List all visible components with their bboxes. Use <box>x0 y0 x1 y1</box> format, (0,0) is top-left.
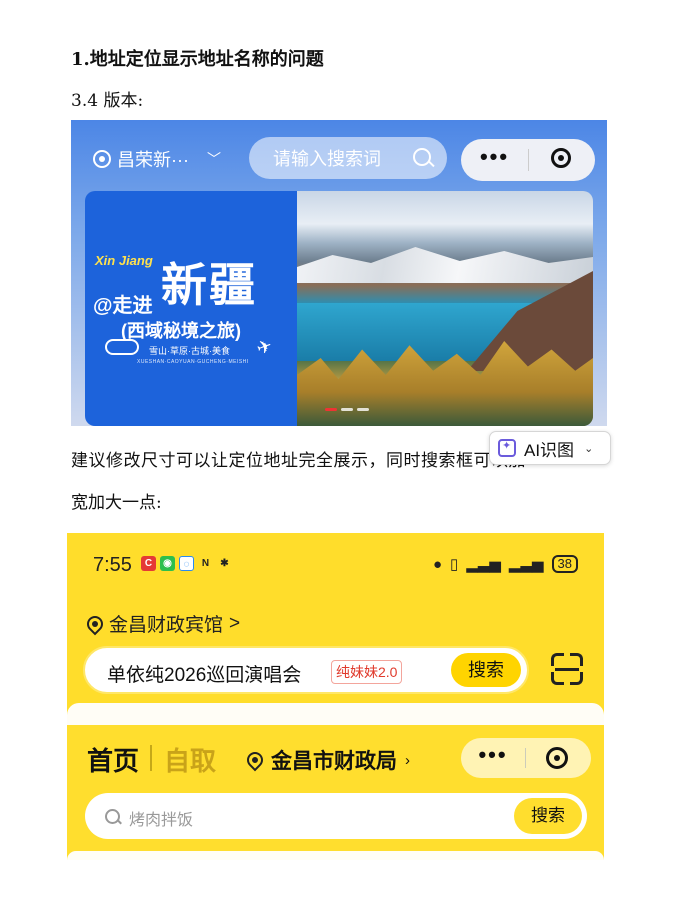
suggestion-text-line2: 宽加大一点: <box>71 493 162 513</box>
banner-tags-pinyin: XUESHAN·CAOYUAN·GUCHENG·MEISHI <box>137 359 249 365</box>
search-placeholder: 请输入搜索词 <box>273 149 381 169</box>
search-button[interactable]: 搜索 <box>451 653 521 687</box>
top-bar: 昌荣新··· ﹀ 请输入搜索词 ••• <box>71 120 607 192</box>
search-keyword: 单依纯2026巡回演唱会 <box>107 665 302 686</box>
mini-program-capsule: ••• <box>461 139 595 181</box>
status-bar: 7:55 C ◉ ◌ N ✱ ● ▯ ▂▃▅ ▂▃▅ 38 <box>67 533 604 593</box>
location-selector[interactable]: 昌荣新··· ﹀ <box>93 146 221 172</box>
more-button[interactable]: ••• <box>461 738 525 778</box>
content-area-edge <box>67 703 604 725</box>
close-button[interactable] <box>526 738 591 778</box>
location-pin-icon <box>243 748 267 772</box>
search-placeholder: 烤肉拌饭 <box>129 812 194 829</box>
carousel-dot <box>341 408 353 411</box>
mini-program-capsule: ••• <box>461 738 591 778</box>
section-heading: 1.地址定位显示地址名称的问题 <box>71 49 324 70</box>
search-icon <box>105 809 120 824</box>
nfc-icon: N <box>201 558 210 569</box>
location-name: 昌荣新··· <box>117 150 189 170</box>
banner-title: 新疆 <box>161 259 257 311</box>
location-pin-icon <box>83 612 107 635</box>
chat-icon: ◌ <box>179 556 194 571</box>
tab-divider <box>150 745 152 771</box>
location-name: 金昌市财政局 <box>271 750 397 773</box>
status-right-icons: ● ▯ ▂▃▅ ▂▃▅ 38 <box>433 555 578 573</box>
screenshot-competitor-2: 首页 自取 金昌市财政局 › ••• 烤肉拌饭 搜索 <box>67 725 604 860</box>
bluetooth-icon: ✱ <box>220 558 229 569</box>
search-input[interactable]: 请输入搜索词 <box>249 137 447 179</box>
version-label: 3.4 版本: <box>71 91 144 111</box>
chevron-down-icon: ﹀ <box>206 151 221 167</box>
location-selector[interactable]: 金昌市财政局 › <box>243 745 410 775</box>
mountains <box>297 247 593 283</box>
target-icon <box>546 747 568 769</box>
search-icon <box>413 148 431 166</box>
search-input[interactable]: 单依纯2026巡回演唱会 纯妹妹2.0 搜索 <box>83 646 529 694</box>
tab-home[interactable]: 首页 <box>87 741 139 778</box>
notification-icons: C ◉ ◌ N ✱ <box>141 556 232 571</box>
ai-image-recognition-button[interactable]: AI识图 ⌄ <box>489 431 611 465</box>
ai-scan-icon <box>498 439 516 457</box>
cloud-icon <box>105 339 139 355</box>
tab-pickup[interactable]: 自取 <box>164 741 216 778</box>
close-button[interactable] <box>529 139 595 181</box>
more-button[interactable]: ••• <box>461 139 528 181</box>
scan-icon[interactable] <box>551 653 583 685</box>
banner-prefix: @走进 <box>93 295 153 317</box>
landscape-photo <box>297 191 593 426</box>
carousel-dot <box>357 408 369 411</box>
search-tag: 纯妹妹2.0 <box>331 660 403 684</box>
screenshot-v34: 昌荣新··· ﹀ 请输入搜索词 ••• Xin Jiang @走进 新疆 (西域… <box>71 120 607 426</box>
promo-banner[interactable]: Xin Jiang @走进 新疆 (西域秘境之旅) 雪山·草原·古城·美食 XU… <box>85 191 593 426</box>
search-button[interactable]: 搜索 <box>514 798 582 834</box>
carousel-dot-active <box>325 408 337 411</box>
signal-icon: ▂▃▅ <box>466 556 501 573</box>
location-pin-icon <box>93 150 111 168</box>
wechat-icon: ◉ <box>160 556 175 571</box>
location-icon: ● <box>432 555 443 573</box>
location-selector[interactable]: 金昌财政宾馆 > <box>83 610 241 637</box>
vibrate-icon: ▯ <box>450 556 459 573</box>
target-icon <box>551 148 571 168</box>
banner-subtitle: (西域秘境之旅) <box>121 321 241 341</box>
banner-tags: 雪山·草原·古城·美食 <box>149 346 230 356</box>
carousel-indicator[interactable] <box>325 408 369 411</box>
suggestion-text-line1: 建议修改尺寸可以让定位地址完全展示，同时搜索框可以加 <box>71 451 526 471</box>
signal-icon: ▂▃▅ <box>508 556 544 573</box>
search-input[interactable]: 烤肉拌饭 搜索 <box>85 793 587 839</box>
banner-text-panel: Xin Jiang @走进 新疆 (西域秘境之旅) 雪山·草原·古城·美食 XU… <box>85 191 297 426</box>
battery-indicator: 38 <box>551 555 578 573</box>
chevron-right-icon: › <box>405 751 410 769</box>
location-name: 金昌财政宾馆 <box>109 615 224 636</box>
ai-badge-label: AI识图 <box>524 440 575 460</box>
chevron-right-icon: > <box>229 612 241 634</box>
app-notification-icon: C <box>141 556 156 571</box>
banner-pinyin-title: Xin Jiang <box>95 253 153 268</box>
screenshot-competitor: 7:55 C ◉ ◌ N ✱ ● ▯ ▂▃▅ ▂▃▅ 38 金昌财政宾馆 > 单… <box>67 533 604 860</box>
content-area-edge <box>67 851 604 860</box>
chevron-down-icon: ⌄ <box>584 442 594 455</box>
airplane-icon: ✈ <box>253 335 275 360</box>
status-time: 7:55 <box>93 554 132 576</box>
